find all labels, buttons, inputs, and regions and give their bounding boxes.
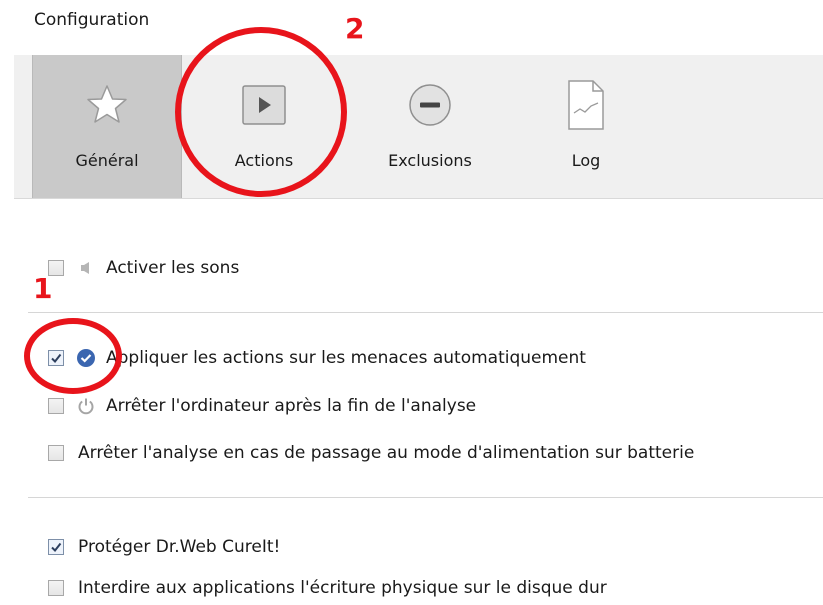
tab-actions[interactable]: Actions — [199, 55, 329, 198]
battery-checkbox[interactable] — [48, 445, 64, 461]
disk-write-checkbox[interactable] — [48, 580, 64, 596]
annotation-number-1: 1 — [33, 272, 53, 305]
speaker-icon — [76, 258, 96, 278]
settings-toolbar: Général Actions Exclusions Log — [14, 55, 823, 199]
shutdown-label: Arrêter l'ordinateur après la fin de l'a… — [106, 396, 477, 416]
shutdown-checkbox[interactable] — [48, 398, 64, 414]
tab-actions-label: Actions — [234, 151, 294, 170]
battery-label: Arrêter l'analyse en cas de passage au m… — [78, 443, 695, 463]
option-disk-write[interactable]: Interdire aux applications l'écriture ph… — [48, 577, 607, 599]
option-sounds[interactable]: Activer les sons — [48, 257, 239, 279]
play-icon — [234, 75, 294, 135]
power-icon — [76, 396, 96, 416]
section-divider — [28, 312, 823, 313]
option-auto-actions[interactable]: Appliquer les actions sur les menaces au… — [48, 347, 586, 369]
disk-write-label: Interdire aux applications l'écriture ph… — [78, 578, 607, 598]
window-title: Configuration — [34, 10, 150, 30]
protect-checkbox[interactable] — [48, 539, 64, 555]
tab-log[interactable]: Log — [526, 55, 646, 198]
minus-circle-icon — [400, 75, 460, 135]
auto-actions-checkbox[interactable] — [48, 350, 64, 366]
star-icon — [77, 75, 137, 135]
option-protect[interactable]: Protéger Dr.Web CureIt! — [48, 536, 280, 558]
tab-exclusions[interactable]: Exclusions — [360, 55, 500, 198]
option-battery[interactable]: Arrêter l'analyse en cas de passage au m… — [48, 442, 694, 464]
tab-exclusions-label: Exclusions — [388, 151, 472, 170]
sounds-label: Activer les sons — [106, 258, 240, 278]
document-chart-icon — [556, 75, 616, 135]
protect-label: Protéger Dr.Web CureIt! — [78, 537, 281, 557]
tab-general-label: Général — [75, 151, 139, 170]
tab-log-label: Log — [571, 151, 601, 170]
tab-general[interactable]: Général — [32, 55, 182, 198]
option-shutdown[interactable]: Arrêter l'ordinateur après la fin de l'a… — [48, 395, 476, 417]
check-circle-icon — [76, 348, 96, 368]
section-divider — [28, 497, 823, 498]
annotation-number-2: 2 — [345, 12, 365, 45]
auto-actions-label: Appliquer les actions sur les menaces au… — [106, 348, 586, 368]
